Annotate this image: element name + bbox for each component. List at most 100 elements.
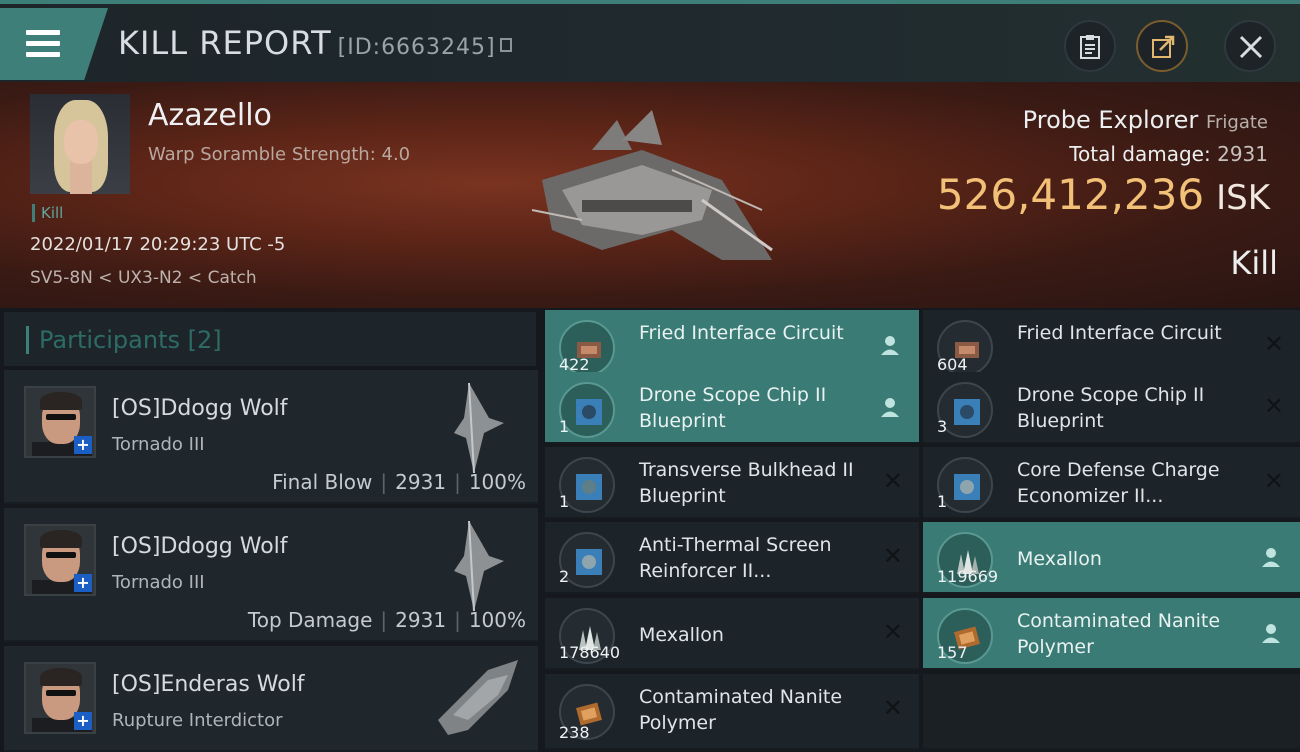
victim-ship[interactable]: Probe Explorer Frigate: [1023, 106, 1268, 134]
participant-name: [OS]Ddogg Wolf: [112, 396, 288, 421]
victim-ship-class: Frigate: [1205, 112, 1268, 133]
clipboard-button[interactable]: [1064, 20, 1116, 72]
participant-stats: Final Blow | 2931 | 100%: [272, 470, 526, 494]
participant-row[interactable]: + [OS]Ddogg Wolf Tornado III Top Damage |…: [4, 508, 538, 642]
item-row[interactable]: 3 Drone Scope Chip II Blueprint ✕: [923, 372, 1300, 444]
item-name: Fried Interface Circuit: [639, 322, 844, 344]
person-icon: [881, 336, 899, 355]
warp-strength: Warp Soramble Strength: 4.0: [148, 144, 411, 165]
isk-unit: ISK: [1216, 178, 1270, 218]
participant-damage: 2931: [395, 608, 447, 632]
stat-separator: |: [454, 608, 461, 632]
blueprint-icon: [576, 549, 602, 575]
participant-damage: 2931: [395, 470, 447, 494]
person-icon: [881, 398, 899, 417]
item-row[interactable]: 238 Contaminated Nanite Polymer ✕: [545, 674, 919, 750]
item-quantity: 1: [559, 492, 570, 511]
page-title: KILL REPORT [ID:6663245]: [118, 24, 512, 62]
plus-icon: +: [74, 712, 92, 730]
participant-percent: 100%: [468, 470, 526, 494]
item-name: Contaminated Nanite Polymer: [639, 686, 843, 734]
total-damage-value: 2931: [1217, 142, 1268, 166]
share-button[interactable]: [1136, 20, 1188, 72]
item-name: Fried Interface Circuit: [1017, 322, 1222, 344]
item-quantity: 2: [559, 567, 570, 586]
close-icon: [1239, 35, 1263, 59]
item-quantity: 157: [937, 643, 968, 662]
item-row[interactable]: 157 Contaminated Nanite Polymer: [923, 598, 1300, 670]
item-row[interactable]: 1 Drone Scope Chip II Blueprint: [545, 372, 919, 444]
participant-name: [OS]Enderas Wolf: [112, 672, 305, 697]
participant-row[interactable]: + [OS]Ddogg Wolf Tornado III Final Blow |…: [4, 370, 538, 504]
hamburger-menu-icon-bar: [26, 52, 60, 57]
item-name: Core Defense Charge Economizer II...: [1017, 459, 1220, 507]
x-icon: ✕: [882, 618, 903, 646]
item-quantity: 238: [559, 723, 590, 742]
item-row[interactable]: 1 Transverse Bulkhead II Blueprint ✕: [545, 447, 919, 519]
x-icon: ✕: [1263, 467, 1284, 495]
kill-location[interactable]: SV5-8N < UX3-N2 < Catch: [30, 268, 257, 288]
avatar-hair: [40, 668, 82, 686]
avatar-hair: [40, 530, 82, 548]
participants-count: [2]: [187, 326, 222, 354]
item-name: Anti-Thermal Screen Reinforcer II...: [639, 534, 832, 582]
stat-separator: |: [380, 608, 388, 632]
victim-ship-name: Probe Explorer: [1022, 106, 1199, 134]
person-icon: [1262, 624, 1280, 643]
plus-icon: +: [74, 574, 92, 592]
item-quantity: 119669: [937, 567, 999, 586]
item-list-empty: [923, 674, 1300, 750]
avatar-glasses: [46, 414, 76, 420]
participants-header: Participants [2]: [4, 312, 536, 366]
item-quantity: 3: [937, 417, 948, 436]
avatar: +: [24, 662, 96, 734]
x-icon: ✕: [882, 542, 903, 570]
portrait-neck: [70, 160, 92, 194]
participant-ship-image: [438, 660, 518, 735]
participants-label: Participants [2]: [26, 326, 222, 354]
avatar: +: [24, 524, 96, 596]
x-icon: ✕: [1263, 330, 1284, 358]
participant-ship: Tornado III: [112, 434, 205, 455]
copy-icon[interactable]: [499, 38, 512, 52]
item-name: Drone Scope Chip II Blueprint: [639, 384, 827, 432]
participant-tag: Top Damage: [247, 608, 373, 632]
x-icon: ✕: [882, 694, 903, 722]
kill-datetime: 2022/01/17 20:29:23 UTC -5: [30, 234, 286, 255]
clipboard-icon: [1080, 35, 1100, 59]
participant-row[interactable]: + [OS]Enderas Wolf Rupture Interdictor: [4, 646, 538, 752]
avatar-glasses: [46, 690, 76, 696]
close-button[interactable]: [1224, 20, 1276, 72]
menu-button[interactable]: [0, 8, 108, 80]
participants-label-text: Participants: [39, 326, 180, 354]
item-row[interactable]: 1 Core Defense Charge Economizer II... ✕: [923, 447, 1300, 519]
item-name: Mexallon: [639, 624, 724, 646]
hamburger-menu-icon-bar: [26, 41, 60, 46]
header-bar: KILL REPORT [ID:6663245]: [0, 0, 1300, 82]
item-name: Contaminated Nanite Polymer: [1017, 610, 1221, 658]
item-name: Transverse Bulkhead II Blueprint: [639, 459, 854, 507]
item-row[interactable]: 178640 Mexallon ✕: [545, 598, 919, 670]
participant-ship: Rupture Interdictor: [112, 710, 283, 731]
item-name: Drone Scope Chip II Blueprint: [1017, 384, 1205, 432]
blueprint-icon: [954, 474, 980, 500]
participant-percent: 100%: [468, 608, 526, 632]
hamburger-menu-icon: [26, 30, 60, 35]
kill-result: Kill: [1230, 244, 1278, 282]
victim-portrait[interactable]: [30, 94, 130, 194]
item-row[interactable]: 119669 Mexallon: [923, 522, 1300, 594]
total-damage-label: Total damage:: [1069, 142, 1211, 166]
share-icon: [1152, 35, 1175, 58]
victim-name[interactable]: Azazello: [148, 98, 272, 133]
blueprint-icon: [576, 474, 602, 500]
item-name: Mexallon: [1017, 548, 1102, 570]
item-quantity: 1: [937, 492, 948, 511]
page-title-text: KILL REPORT: [118, 24, 332, 62]
item-quantity: 178640: [559, 643, 621, 662]
participant-ship-image: [454, 520, 504, 612]
item-row[interactable]: 2 Anti-Thermal Screen Reinforcer II... ✕: [545, 522, 919, 594]
participant-name: [OS]Ddogg Wolf: [112, 534, 288, 559]
avatar: +: [24, 386, 96, 458]
total-damage: Total damage: 2931: [1069, 142, 1268, 166]
x-icon: ✕: [1263, 392, 1284, 420]
